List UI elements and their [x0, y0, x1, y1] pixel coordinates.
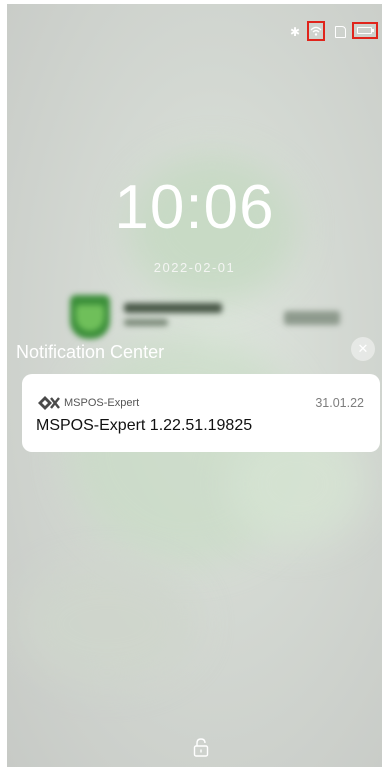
lock-screen: ✱ 10:06 2022-02-01 Notification Center ✕: [7, 4, 382, 767]
notification-message: MSPOS-Expert 1.22.51.19825: [36, 417, 253, 434]
close-icon[interactable]: ✕: [351, 337, 375, 361]
mspos-app-icon: [38, 396, 60, 410]
lock-icon[interactable]: [193, 738, 209, 757]
sim-icon: [335, 26, 346, 38]
notification-time: 31.01.22: [315, 396, 364, 410]
notification-card[interactable]: MSPOS-Expert 31.01.22 MSPOS-Expert 1.22.…: [22, 374, 380, 452]
clock-date: 2022-02-01: [153, 260, 236, 275]
notification-app-name: MSPOS-Expert: [64, 397, 140, 409]
battery-icon: [352, 22, 378, 39]
notification-center-title: Notification Center: [16, 342, 165, 362]
bank-logo: [62, 289, 352, 344]
status-bar: ✱: [262, 4, 382, 41]
bluetooth-icon: ✱: [289, 25, 300, 39]
wifi-icon: [307, 21, 325, 41]
wallpaper-blur: [17, 564, 197, 684]
clock-time: 10:06: [114, 173, 275, 242]
